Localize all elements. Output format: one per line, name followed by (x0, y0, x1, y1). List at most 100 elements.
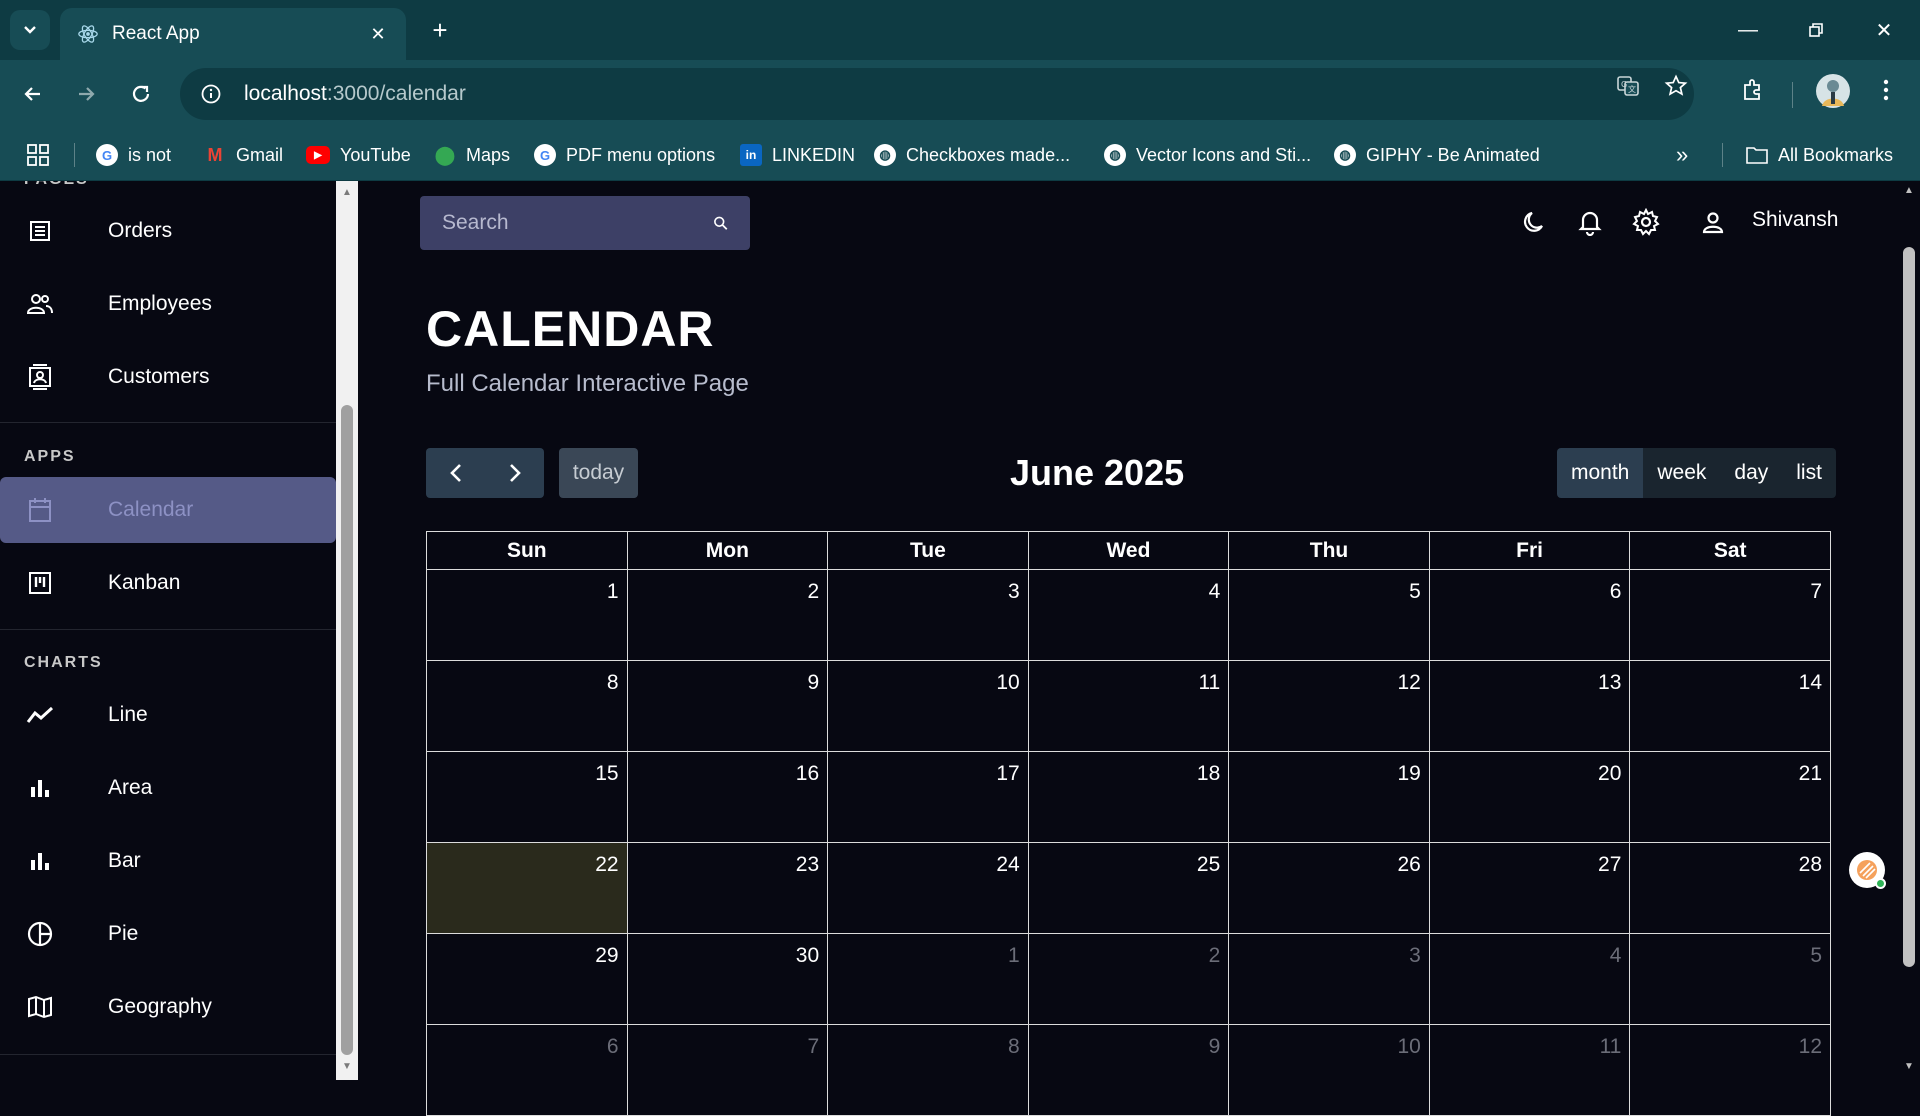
search-box[interactable] (420, 196, 750, 250)
new-tab-button[interactable]: + (424, 14, 456, 46)
calendar-day-cell[interactable]: 19 (1228, 751, 1430, 843)
calendar-day-cell[interactable]: 3 (827, 569, 1029, 661)
bookmark-is-not[interactable]: Gis not (96, 129, 171, 181)
bookmark-youtube[interactable]: ▶ YouTube (306, 129, 411, 181)
next-month-button[interactable] (485, 448, 544, 498)
sidebar-item-customers[interactable]: Customers (0, 344, 336, 410)
dark-mode-moon-icon[interactable] (1517, 204, 1553, 240)
calendar-day-cell[interactable]: 12 (1228, 660, 1430, 752)
minimize-button[interactable]: — (1714, 0, 1782, 60)
search-icon[interactable] (713, 211, 728, 235)
notifications-bell-icon[interactable] (1572, 204, 1608, 240)
apps-grid-icon[interactable] (26, 129, 50, 181)
back-button[interactable] (13, 74, 53, 114)
calendar-day-cell[interactable]: 7 (1629, 569, 1831, 661)
sidebar-item-area[interactable]: Area (0, 755, 336, 821)
bookmark-linkedin[interactable]: in LINKEDIN (740, 129, 855, 181)
view-week-button[interactable]: week (1643, 448, 1721, 498)
bookmark-maps[interactable]: ⬤ Maps (434, 129, 510, 181)
view-day-button[interactable]: day (1720, 448, 1783, 498)
bookmark-gmail[interactable]: M Gmail (204, 129, 284, 181)
calendar-day-cell[interactable]: 11 (1027, 660, 1230, 752)
calendar-day-cell[interactable]: 24 (827, 842, 1029, 934)
today-button[interactable]: today (559, 448, 638, 498)
calendar-day-cell[interactable]: 13 (1428, 660, 1631, 752)
sidebar-item-pie[interactable]: Pie (0, 901, 336, 967)
calendar-day-cell[interactable]: 27 (1428, 842, 1631, 934)
calendar-day-cell[interactable]: 22 (426, 842, 628, 934)
sidebar-item-kanban[interactable]: Kanban (0, 550, 336, 616)
sidebar-item-line[interactable]: Line (0, 682, 336, 748)
calendar-day-cell[interactable]: 30 (626, 933, 829, 1025)
calendar-day-cell[interactable]: 28 (1629, 842, 1831, 934)
calendar-day-cell[interactable]: 25 (1027, 842, 1230, 934)
bookmark-checkboxes[interactable]: ◍ Checkboxes made... (874, 129, 1070, 181)
sidebar-item-bar[interactable]: Bar (0, 828, 336, 894)
calendar-day-cell[interactable]: 17 (827, 751, 1029, 843)
reload-button[interactable] (121, 74, 161, 114)
address-bar[interactable]: localhost:3000/calendar (180, 68, 1694, 120)
calendar-day-cell[interactable]: 12 (1629, 1024, 1831, 1116)
calendar-day-cell[interactable]: 9 (626, 660, 829, 752)
profile-avatar[interactable] (1816, 74, 1850, 108)
forward-button[interactable] (66, 74, 106, 114)
browser-tab[interactable]: React App ✕ (60, 8, 406, 60)
calendar-day-cell[interactable]: 20 (1428, 751, 1631, 843)
calendar-day-cell[interactable]: 15 (426, 751, 628, 843)
scroll-down-arrow-icon[interactable]: ▼ (1903, 1061, 1915, 1072)
scroll-down-arrow-icon[interactable]: ▼ (341, 1061, 353, 1072)
prev-month-button[interactable] (426, 448, 485, 498)
calendar-day-cell[interactable]: 11 (1428, 1024, 1631, 1116)
extensions-icon[interactable] (1736, 74, 1768, 106)
menu-kebab-icon[interactable] (1870, 74, 1902, 106)
tab-search-button[interactable] (10, 10, 50, 50)
username-label[interactable]: Shivansh (1752, 208, 1838, 232)
calendar-day-cell[interactable]: 3 (1228, 933, 1430, 1025)
calendar-day-cell[interactable]: 4 (1428, 933, 1631, 1025)
more-bookmarks-chevron-icon[interactable]: » (1676, 129, 1688, 181)
calendar-day-cell[interactable]: 23 (626, 842, 829, 934)
settings-gear-icon[interactable] (1628, 204, 1664, 240)
calendar-day-cell[interactable]: 21 (1629, 751, 1831, 843)
calendar-day-cell[interactable]: 26 (1228, 842, 1430, 934)
site-info-icon[interactable] (194, 77, 228, 111)
sidebar-item-orders[interactable]: Orders (0, 198, 336, 264)
calendar-day-cell[interactable]: 8 (827, 1024, 1029, 1116)
view-list-button[interactable]: list (1782, 448, 1836, 498)
translate-icon[interactable]: G文 (1612, 70, 1644, 102)
search-input[interactable] (442, 211, 713, 235)
calendar-day-cell[interactable]: 2 (626, 569, 829, 661)
calendar-day-cell[interactable]: 7 (626, 1024, 829, 1116)
calendar-day-cell[interactable]: 6 (426, 1024, 628, 1116)
calendar-day-cell[interactable]: 4 (1027, 569, 1230, 661)
bookmark-star-icon[interactable] (1660, 70, 1692, 102)
calendar-day-cell[interactable]: 10 (1228, 1024, 1430, 1116)
calendar-day-cell[interactable]: 5 (1629, 933, 1831, 1025)
calendar-day-cell[interactable]: 29 (426, 933, 628, 1025)
scroll-up-arrow-icon[interactable]: ▲ (1903, 185, 1915, 196)
calendar-day-cell[interactable]: 2 (1027, 933, 1230, 1025)
bookmark-giphy[interactable]: ◍ GIPHY - Be Animated (1334, 129, 1540, 181)
restore-button[interactable] (1782, 0, 1850, 60)
user-profile-icon[interactable] (1695, 204, 1731, 240)
main-scrollbar[interactable]: ▲ ▼ (1898, 181, 1920, 1080)
view-month-button[interactable]: month (1557, 448, 1644, 498)
sidebar-scrollbar-thumb[interactable] (341, 405, 353, 1055)
close-window-button[interactable]: ✕ (1850, 0, 1918, 60)
calendar-day-cell[interactable]: 1 (827, 933, 1029, 1025)
floating-assistant-button[interactable] (1849, 852, 1886, 889)
sidebar-item-employees[interactable]: Employees (0, 271, 336, 337)
bookmark-vector-icons[interactable]: ◍ Vector Icons and Sti... (1104, 129, 1311, 181)
bookmark-pdf-menu[interactable]: G PDF menu options (534, 129, 715, 181)
main-scrollbar-thumb[interactable] (1903, 247, 1915, 967)
calendar-day-cell[interactable]: 1 (426, 569, 628, 661)
calendar-day-cell[interactable]: 6 (1428, 569, 1631, 661)
all-bookmarks-button[interactable]: All Bookmarks (1746, 129, 1893, 181)
calendar-day-cell[interactable]: 5 (1228, 569, 1430, 661)
scroll-up-arrow-icon[interactable]: ▲ (341, 187, 353, 198)
sidebar-item-calendar[interactable]: Calendar (0, 477, 336, 543)
calendar-day-cell[interactable]: 18 (1027, 751, 1230, 843)
calendar-day-cell[interactable]: 10 (827, 660, 1029, 752)
calendar-day-cell[interactable]: 9 (1027, 1024, 1230, 1116)
sidebar-item-geography[interactable]: Geography (0, 974, 336, 1040)
